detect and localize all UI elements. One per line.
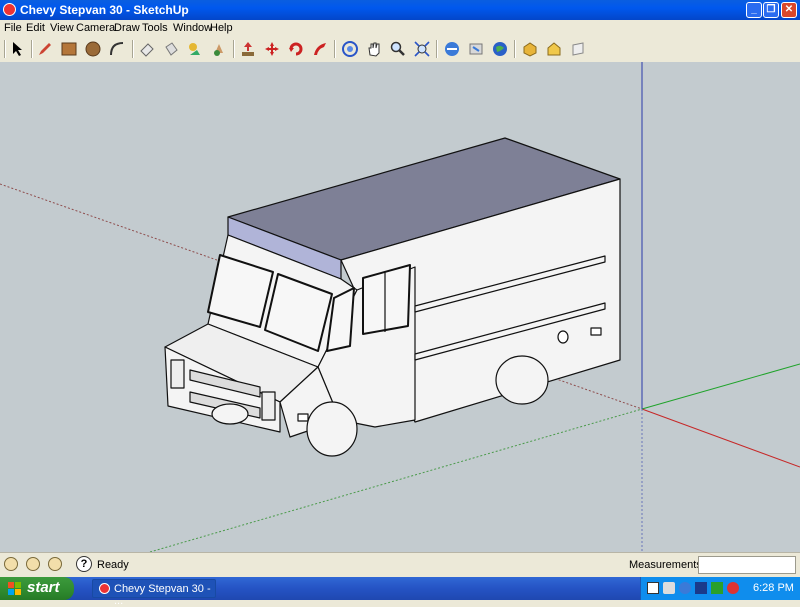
components-icon[interactable]: [520, 39, 540, 59]
toolbar-separator: [233, 40, 235, 58]
main-toolbar: [0, 36, 800, 63]
rectangle-icon[interactable]: [59, 39, 79, 59]
fuel-cap: [557, 330, 569, 344]
toolbar-separator: [132, 40, 134, 58]
stepvan-model[interactable]: [164, 137, 621, 457]
toolbar-grip: [4, 40, 6, 58]
rear-wheel: [495, 355, 549, 405]
marker-light: [297, 413, 309, 422]
menu-edit[interactable]: Edit: [26, 22, 45, 34]
eraser-icon[interactable]: [137, 39, 157, 59]
headlight-left: [170, 359, 185, 389]
3d-warehouse-icon[interactable]: [544, 39, 564, 59]
section-icon[interactable]: [568, 39, 588, 59]
pencil-icon[interactable]: [35, 39, 55, 59]
user-icon[interactable]: [48, 557, 62, 571]
google-earth-icon[interactable]: [490, 39, 510, 59]
toolbar-separator: [334, 40, 336, 58]
toolbar-separator: [514, 40, 516, 58]
paint-bucket-icon[interactable]: [161, 39, 181, 59]
taskbar-item-label: Chevy Stepvan 30 - ...: [114, 583, 211, 607]
minimize-button[interactable]: _: [746, 2, 762, 18]
network-tray-icon[interactable]: [695, 582, 707, 594]
door-window: [362, 264, 411, 335]
tape-measure-icon[interactable]: [185, 39, 205, 59]
start-label: start: [27, 579, 60, 596]
toolbar-separator: [436, 40, 438, 58]
move-icon[interactable]: [262, 39, 282, 59]
pan-icon[interactable]: [364, 39, 384, 59]
taskbar-clock: 6:28 PM: [753, 582, 794, 594]
credits-icon[interactable]: [26, 557, 40, 571]
status-text: Ready: [97, 559, 129, 571]
select-icon[interactable]: [8, 39, 28, 59]
follow-me-icon[interactable]: [310, 39, 330, 59]
red-axis: [641, 408, 800, 468]
system-tray: 6:28 PM: [640, 577, 800, 600]
sketchup-app-icon[interactable]: [3, 3, 16, 16]
status-bar: ? Ready Measurements: [0, 552, 800, 578]
shield-tray-icon[interactable]: [711, 582, 723, 594]
help-tray-icon[interactable]: [647, 582, 659, 594]
menu-tools[interactable]: Tools: [142, 22, 168, 34]
windows-logo-icon: [8, 582, 21, 595]
rear-marker-light: [590, 327, 602, 336]
zoom-icon[interactable]: [388, 39, 408, 59]
menu-bar: File Edit View Camera Draw Tools Window …: [0, 20, 800, 36]
menu-window[interactable]: Window: [173, 22, 212, 34]
drawing-area[interactable]: [0, 62, 800, 552]
get-models-icon[interactable]: [442, 39, 462, 59]
orbit-icon[interactable]: [340, 39, 360, 59]
printer-tray-icon[interactable]: [663, 582, 675, 594]
start-button[interactable]: start: [0, 577, 74, 600]
menu-draw[interactable]: Draw: [114, 22, 140, 34]
paint-icon[interactable]: [209, 39, 229, 59]
window-title: Chevy Stepvan 30 - SketchUp: [20, 3, 189, 17]
share-model-icon[interactable]: [466, 39, 486, 59]
front-wheel: [306, 401, 358, 457]
green-axis-negative: [149, 408, 643, 552]
menu-help[interactable]: Help: [210, 22, 233, 34]
push-pull-icon[interactable]: [238, 39, 258, 59]
sketchup-task-icon: [99, 583, 110, 594]
title-bar: Chevy Stepvan 30 - SketchUp _ ❐ ✕: [0, 0, 800, 20]
rotate-icon[interactable]: [286, 39, 306, 59]
measurements-input[interactable]: [698, 556, 796, 574]
maximize-button[interactable]: ❐: [763, 2, 779, 18]
toolbar-separator: [31, 40, 33, 58]
taskbar-item-sketchup[interactable]: Chevy Stepvan 30 - ...: [92, 579, 216, 607]
headlight-right: [261, 391, 276, 421]
measurements-label: Measurements: [629, 559, 702, 571]
close-button[interactable]: ✕: [781, 2, 797, 18]
arc-icon[interactable]: [107, 39, 127, 59]
help-icon[interactable]: ?: [76, 556, 92, 572]
menu-camera[interactable]: Camera: [76, 22, 115, 34]
windows-taskbar: start Chevy Stepvan 30 - ... 6:28 PM: [0, 577, 800, 607]
menu-file[interactable]: File: [4, 22, 22, 34]
geo-location-icon[interactable]: [4, 557, 18, 571]
green-axis: [641, 363, 800, 410]
front-left-wheel: [211, 403, 249, 425]
security-tray-icon[interactable]: [727, 582, 739, 594]
menu-view[interactable]: View: [50, 22, 74, 34]
ie-tray-icon[interactable]: [679, 582, 691, 594]
zoom-extents-icon[interactable]: [412, 39, 432, 59]
circle-icon[interactable]: [83, 39, 103, 59]
